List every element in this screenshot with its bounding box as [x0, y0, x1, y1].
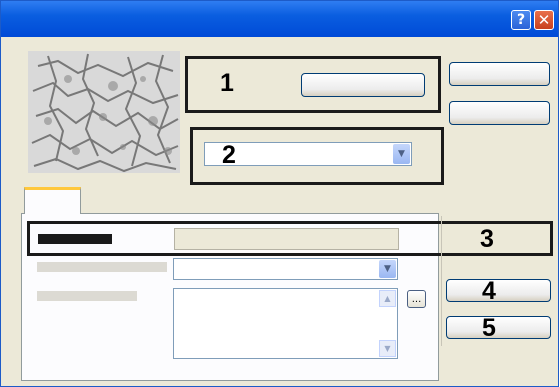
- chevron-down-icon[interactable]: ▼: [393, 144, 410, 164]
- callout-number-3: 3: [480, 225, 494, 253]
- close-icon: ✕: [537, 11, 551, 29]
- help-button[interactable]: ?: [511, 10, 531, 30]
- scroll-down-icon[interactable]: ▼: [379, 340, 396, 357]
- help-icon: ?: [516, 12, 526, 28]
- callout-number-2: 2: [222, 141, 236, 169]
- dropdown-3[interactable]: ▼: [173, 258, 398, 280]
- action-button-4[interactable]: [446, 279, 551, 302]
- scroll-up-icon[interactable]: ▲: [379, 290, 396, 307]
- action-button-1[interactable]: [301, 73, 425, 97]
- close-button[interactable]: ✕: [534, 10, 554, 30]
- text-area[interactable]: ▲ ▼: [173, 288, 398, 359]
- side-button-1[interactable]: [449, 62, 550, 86]
- callout-number-4: 4: [482, 277, 496, 305]
- callout-number-1: 1: [220, 69, 234, 97]
- preview-image: [28, 51, 180, 173]
- chevron-down-icon[interactable]: ▼: [379, 260, 396, 278]
- field-label-1: [37, 262, 167, 272]
- side-button-2[interactable]: [449, 101, 550, 125]
- field-label-2: [37, 291, 137, 301]
- action-button-5[interactable]: [446, 316, 551, 339]
- title-bar[interactable]: ? ✕: [1, 1, 558, 37]
- tab-active[interactable]: [24, 187, 81, 214]
- callout-number-5: 5: [482, 314, 496, 342]
- dialog-window: ? ✕ 1 ▼ 2 3 ▼ ▲ ▼ ... 4 5: [0, 0, 559, 387]
- callout-box-3: [27, 221, 553, 256]
- divider: [441, 216, 442, 346]
- browse-button[interactable]: ...: [407, 290, 426, 308]
